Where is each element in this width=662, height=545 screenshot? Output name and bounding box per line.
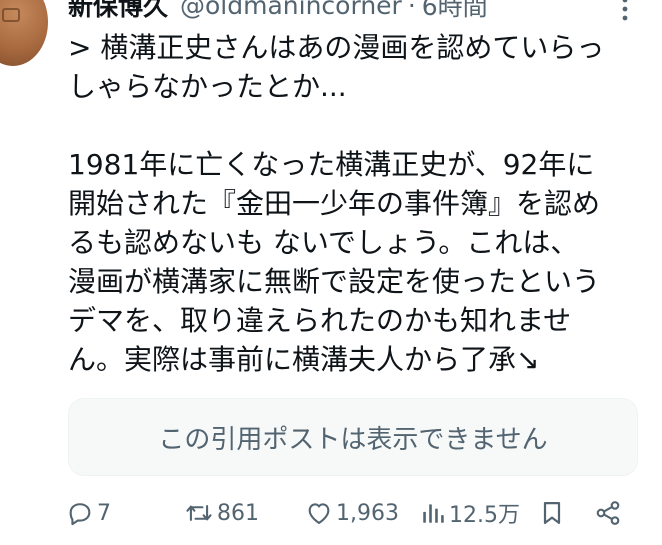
tweet-text-line: 開始された『金田一少年の事件簿』を認め	[68, 187, 601, 220]
more-icon	[622, 0, 628, 21]
tweet-text-line: デマを、取り違えられたのかも知れませ	[68, 304, 572, 337]
display-name[interactable]: 新保博久	[68, 0, 168, 23]
tweet-text-line: > 横溝正史さんはあの漫画を認めていらっ	[68, 31, 605, 64]
tweet-header: 新保博久 @oldmanincorner · 6時間	[68, 0, 488, 22]
like-button[interactable]: 1,963	[305, 493, 399, 533]
avatar[interactable]	[0, 0, 48, 66]
avatar-coin-mark	[2, 8, 20, 22]
user-handle[interactable]: @oldmanincorner	[180, 0, 402, 20]
share-button[interactable]	[594, 493, 622, 533]
repost-icon	[186, 505, 212, 521]
action-bar: 7 861 1,963 12.5万	[62, 493, 642, 533]
tweet-text: > 横溝正史さんはあの漫画を認めていらっ しゃらなかったとか... 1981年に…	[68, 28, 648, 379]
tweet-text-blank-line	[68, 106, 648, 145]
tweet-text-line: 1981年に亡くなった横溝正史が、92年に	[68, 148, 595, 181]
views-icon	[423, 504, 444, 523]
quote-post-unavailable: この引用ポストは表示できません	[68, 398, 638, 476]
tweet-text-line: ん。実際は事前に横溝夫人から了承↘	[68, 343, 540, 376]
views-count: 12.5万	[449, 503, 520, 528]
quote-unavailable-text: この引用ポストは表示できません	[158, 424, 548, 455]
more-options-button[interactable]	[610, 0, 640, 24]
share-icon	[596, 501, 620, 525]
header-separator: ·	[407, 0, 416, 20]
reply-count: 7	[97, 500, 111, 526]
tweet-text-line: るも認めないも ないでしょう。これは、	[68, 226, 579, 259]
repost-button[interactable]: 861	[184, 493, 259, 533]
like-count: 1,963	[336, 500, 399, 526]
tweet-text-line: 漫画が横溝家に無断で設定を使ったという	[68, 265, 601, 298]
views-button[interactable]: 12.5万	[420, 493, 520, 533]
tweet-text-line: しゃらなかったとか...	[68, 70, 347, 103]
bookmark-icon	[543, 501, 561, 525]
reply-button[interactable]: 7	[66, 493, 111, 533]
like-icon	[308, 503, 330, 524]
post-time[interactable]: 6時間	[422, 0, 488, 23]
reply-icon	[69, 503, 91, 526]
bookmark-button[interactable]	[538, 493, 566, 533]
repost-count: 861	[217, 500, 259, 526]
